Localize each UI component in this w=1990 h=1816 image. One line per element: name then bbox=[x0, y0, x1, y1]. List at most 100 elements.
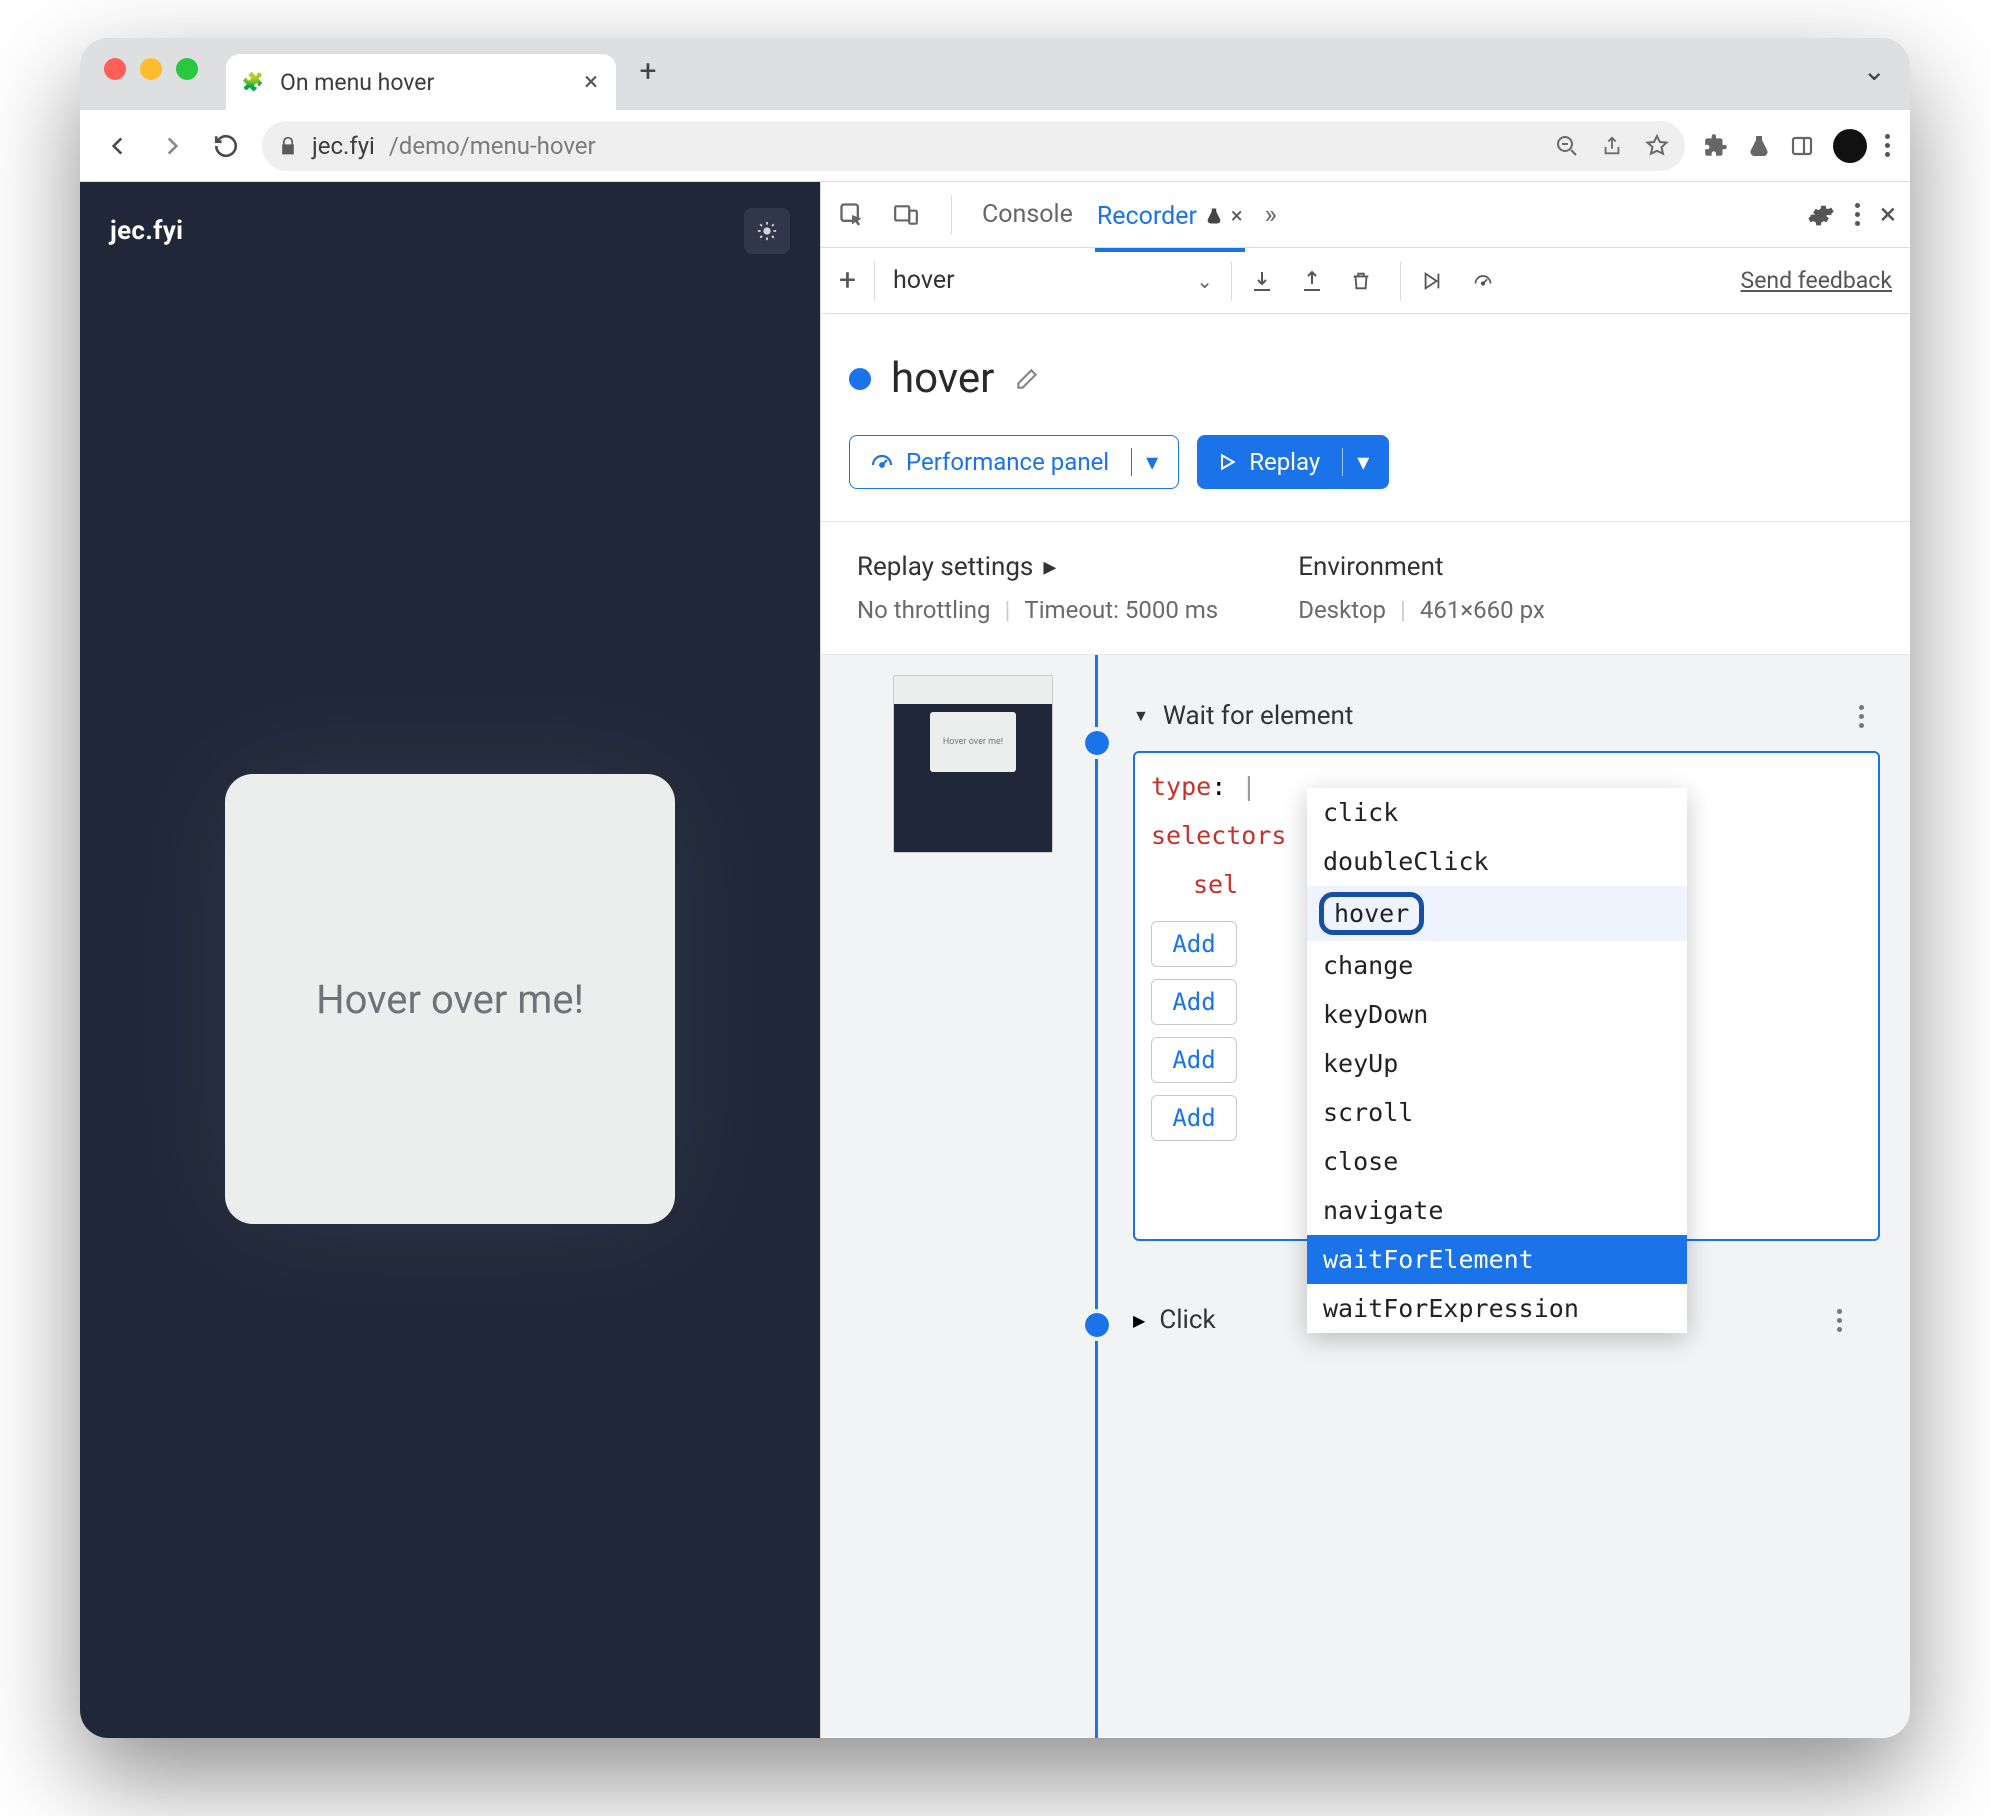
tab-recorder[interactable]: Recorder × bbox=[1095, 196, 1245, 252]
new-recording-button[interactable]: + bbox=[839, 263, 856, 298]
tab-close-icon[interactable]: × bbox=[584, 67, 598, 97]
theme-toggle-button[interactable] bbox=[744, 208, 790, 254]
tabs-menu-icon[interactable]: ⌄ bbox=[1863, 54, 1886, 87]
suggestion-scroll[interactable]: scroll bbox=[1307, 1088, 1687, 1137]
delete-icon[interactable] bbox=[1350, 269, 1382, 293]
suggestion-waitforexpression[interactable]: waitForExpression bbox=[1307, 1284, 1687, 1333]
close-window-icon[interactable] bbox=[104, 58, 126, 80]
steps-area: Hover over me! ▼ Wait for element type: … bbox=[821, 655, 1910, 1738]
recording-header: hover Performance panel ▾ Replay ▾ bbox=[821, 314, 1910, 522]
expand-icon[interactable]: ▶ bbox=[1133, 1311, 1145, 1330]
add-button[interactable]: Add bbox=[1151, 921, 1237, 967]
env-viewport: 461×660 px bbox=[1420, 596, 1545, 624]
chevron-right-icon: ▸ bbox=[1043, 552, 1056, 582]
suggestion-navigate[interactable]: navigate bbox=[1307, 1186, 1687, 1235]
extensions-icon[interactable] bbox=[1703, 133, 1729, 159]
suggestion-close[interactable]: close bbox=[1307, 1137, 1687, 1186]
suggestion-change[interactable]: change bbox=[1307, 941, 1687, 990]
tab-title: On menu hover bbox=[280, 69, 434, 96]
replay-settings-toggle[interactable]: Replay settings ▸ bbox=[857, 552, 1218, 582]
tab-console[interactable]: Console bbox=[980, 194, 1075, 235]
recording-status-dot bbox=[849, 368, 871, 390]
fullscreen-window-icon[interactable] bbox=[176, 58, 198, 80]
suggestion-click[interactable]: click bbox=[1307, 788, 1687, 837]
step-title: Wait for element bbox=[1163, 701, 1354, 731]
add-button[interactable]: Add bbox=[1151, 979, 1237, 1025]
recording-settings-row: Replay settings ▸ No throttling | Timeou… bbox=[821, 522, 1910, 655]
browser-tab[interactable]: 🧩 On menu hover × bbox=[226, 54, 616, 110]
bookmark-icon[interactable] bbox=[1645, 134, 1669, 158]
type-suggestions-popup: click doubleClick hover change keyDown k… bbox=[1307, 788, 1687, 1333]
step-more-icon[interactable] bbox=[1859, 705, 1872, 728]
suggestion-doubleclick[interactable]: doubleClick bbox=[1307, 837, 1687, 886]
browser-window: 🧩 On menu hover × + ⌄ jec.fyi/demo/menu-… bbox=[80, 38, 1910, 1738]
side-panel-icon[interactable] bbox=[1789, 134, 1815, 158]
more-tabs-icon[interactable]: » bbox=[1265, 200, 1277, 230]
timeout-value: Timeout: 5000 ms bbox=[1024, 596, 1218, 624]
browser-menu-icon[interactable] bbox=[1885, 134, 1890, 157]
tabstrip: 🧩 On menu hover × + ⌄ bbox=[80, 38, 1910, 110]
slow-replay-icon[interactable] bbox=[1469, 271, 1501, 291]
recording-select[interactable]: hover ⌄ bbox=[893, 266, 1213, 295]
devtools-close-icon[interactable]: × bbox=[1880, 197, 1896, 232]
suggestion-keyup[interactable]: keyUp bbox=[1307, 1039, 1687, 1088]
minimize-window-icon[interactable] bbox=[140, 58, 162, 80]
step-wait-for-element: ▼ Wait for element type: | selectors sel… bbox=[1075, 689, 1880, 1241]
timeline-node-icon bbox=[1085, 731, 1109, 755]
timeline-node-icon bbox=[1085, 1313, 1109, 1337]
window-controls bbox=[104, 58, 198, 80]
add-button[interactable]: Add bbox=[1151, 1037, 1237, 1083]
reload-button[interactable] bbox=[208, 128, 244, 164]
new-tab-button[interactable]: + bbox=[626, 49, 670, 93]
url-host: jec.fyi bbox=[312, 132, 375, 160]
content-split: jec.fyi Hover over me! Console bbox=[80, 182, 1910, 1738]
hover-demo-card[interactable]: Hover over me! bbox=[225, 774, 675, 1224]
performance-panel-button[interactable]: Performance panel ▾ bbox=[849, 435, 1179, 489]
environment-label: Environment bbox=[1298, 552, 1545, 582]
devtools-tabstrip: Console Recorder × » × bbox=[821, 182, 1910, 248]
step-more-icon[interactable] bbox=[1837, 1309, 1880, 1332]
omnibox[interactable]: jec.fyi/demo/menu-hover bbox=[262, 121, 1685, 171]
lock-icon bbox=[278, 135, 298, 157]
suggestion-keydown[interactable]: keyDown bbox=[1307, 990, 1687, 1039]
url-path: /demo/menu-hover bbox=[389, 132, 596, 160]
address-bar: jec.fyi/demo/menu-hover bbox=[80, 110, 1910, 182]
perf-dropdown-icon[interactable]: ▾ bbox=[1131, 448, 1158, 476]
device-toggle-icon[interactable] bbox=[889, 198, 923, 232]
zoom-out-icon[interactable] bbox=[1555, 134, 1579, 158]
step2-title: Click bbox=[1159, 1305, 1215, 1335]
tab-recorder-close-icon[interactable]: × bbox=[1231, 204, 1243, 229]
step-thumbnail[interactable]: Hover over me! bbox=[893, 675, 1053, 853]
throttling-value: No throttling bbox=[857, 596, 991, 624]
labs-icon[interactable] bbox=[1747, 133, 1771, 159]
suggestion-waitforelement[interactable]: waitForElement bbox=[1307, 1235, 1687, 1284]
rename-icon[interactable] bbox=[1014, 366, 1040, 392]
add-button[interactable]: Add bbox=[1151, 1095, 1237, 1141]
back-button[interactable] bbox=[100, 128, 136, 164]
page-brand[interactable]: jec.fyi bbox=[110, 216, 183, 246]
step-header[interactable]: ▼ Wait for element bbox=[1075, 689, 1880, 751]
suggestion-hover[interactable]: hover bbox=[1307, 886, 1687, 941]
omnibox-actions bbox=[1555, 134, 1669, 158]
devtools-settings-icon[interactable] bbox=[1807, 201, 1835, 229]
devtools-panel: Console Recorder × » × + hover bbox=[820, 182, 1910, 1738]
collapse-icon[interactable]: ▼ bbox=[1133, 706, 1149, 726]
recording-title: hover bbox=[891, 354, 994, 403]
devtools-more-icon[interactable] bbox=[1855, 203, 1860, 226]
step-over-icon[interactable] bbox=[1419, 270, 1451, 292]
export-icon[interactable] bbox=[1250, 269, 1282, 293]
forward-button[interactable] bbox=[154, 128, 190, 164]
send-feedback-link[interactable]: Send feedback bbox=[1741, 267, 1892, 294]
favicon-icon: 🧩 bbox=[240, 69, 266, 95]
replay-button[interactable]: Replay ▾ bbox=[1197, 435, 1389, 489]
replay-dropdown-icon[interactable]: ▾ bbox=[1342, 448, 1369, 476]
chevron-down-icon: ⌄ bbox=[1196, 269, 1213, 293]
inspect-element-icon[interactable] bbox=[835, 198, 869, 232]
profile-avatar[interactable] bbox=[1833, 129, 1867, 163]
step-editor[interactable]: type: | selectors sel Add Add Add Add cl… bbox=[1133, 751, 1880, 1241]
env-device: Desktop bbox=[1298, 596, 1386, 624]
share-icon[interactable] bbox=[1601, 134, 1623, 158]
import-icon[interactable] bbox=[1300, 269, 1332, 293]
hover-demo-text: Hover over me! bbox=[316, 976, 584, 1023]
rendered-page: jec.fyi Hover over me! bbox=[80, 182, 820, 1738]
